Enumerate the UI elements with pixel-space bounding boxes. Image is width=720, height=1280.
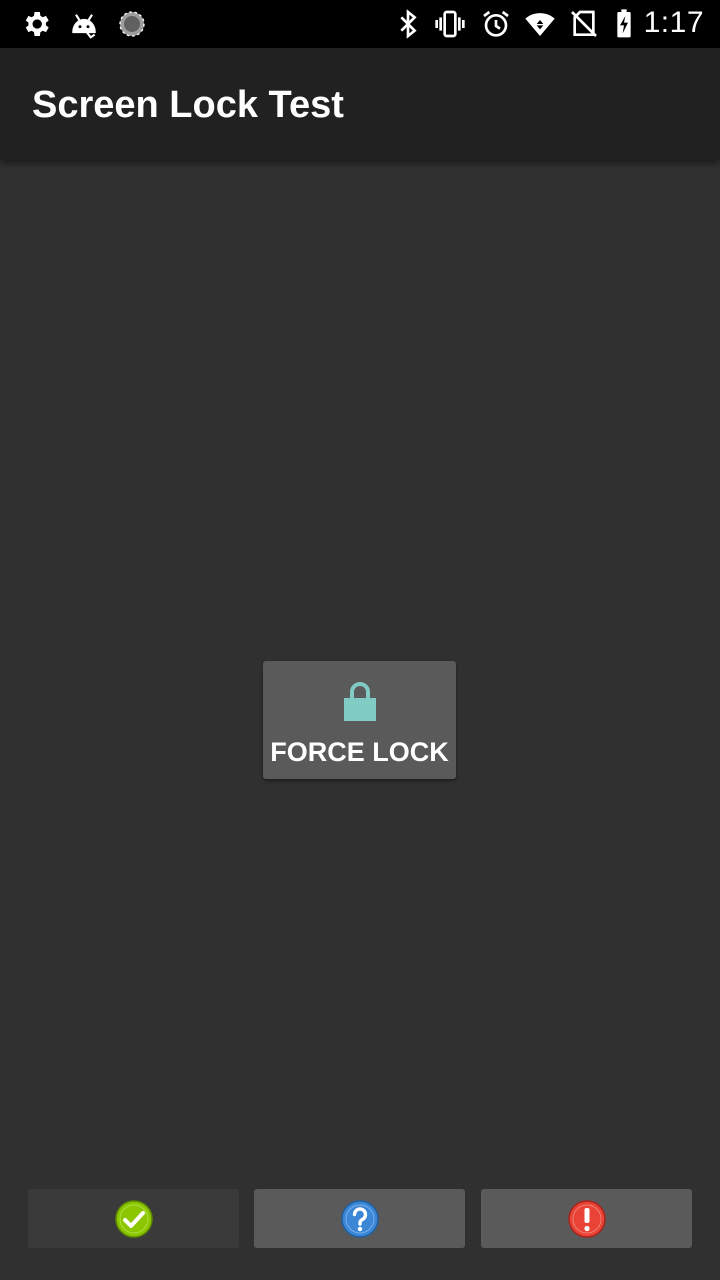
- page-title: Screen Lock Test: [32, 84, 344, 126]
- sync-circle-icon: [116, 8, 148, 40]
- question-circle-icon: [340, 1199, 380, 1239]
- vibrate-icon: [434, 8, 466, 40]
- bluetooth-icon: [392, 8, 424, 40]
- wifi-icon: [524, 8, 556, 40]
- force-lock-button[interactable]: FORCE LOCK: [263, 661, 456, 779]
- android-debug-icon: [68, 8, 100, 40]
- force-lock-label: FORCE LOCK: [270, 737, 449, 767]
- check-circle-icon: [114, 1199, 154, 1239]
- info-button[interactable]: [254, 1189, 465, 1248]
- status-bar: 1:17: [0, 0, 720, 48]
- alert-circle-icon: [567, 1199, 607, 1239]
- lock-icon: [341, 679, 379, 723]
- pass-button[interactable]: [28, 1189, 239, 1248]
- alarm-icon: [480, 8, 512, 40]
- app-bar: Screen Lock Test: [0, 48, 720, 160]
- no-sim-icon: [568, 8, 600, 40]
- gear-icon: [20, 8, 52, 40]
- status-time: 1:17: [643, 6, 704, 39]
- fail-button[interactable]: [481, 1189, 692, 1248]
- battery-charging-icon: [608, 8, 640, 40]
